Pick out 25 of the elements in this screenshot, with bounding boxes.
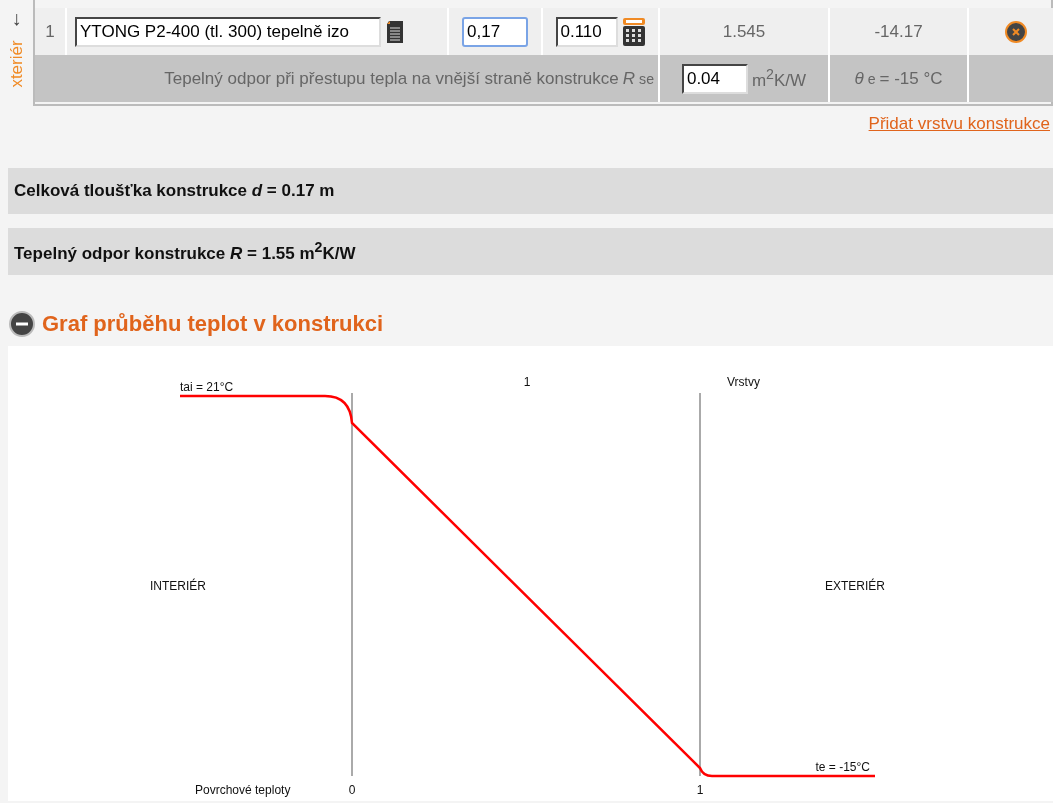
document-icon[interactable] <box>385 19 405 44</box>
layers-label: Vrstvy <box>727 375 760 389</box>
layer-number: 1 <box>523 375 531 389</box>
tick-label: 0 <box>348 783 356 797</box>
interior-temperature: tai = 21°C <box>180 380 234 394</box>
collapse-icon[interactable] <box>8 309 36 338</box>
surface-temperatures-label: Povrchové teploty <box>195 783 291 797</box>
exterior-temperature: te = -15°C <box>815 760 870 774</box>
thickness-field[interactable]: 0,17 <box>462 16 528 47</box>
side-label: xteriér <box>6 40 27 88</box>
temperature-value: -14.17 <box>830 8 967 55</box>
tick-label: 1 <box>696 783 704 797</box>
surface-resistance-field[interactable]: 0.04 <box>681 63 748 94</box>
resistance-value: 1.545 <box>660 8 828 55</box>
delete-icon[interactable] <box>1005 20 1027 43</box>
row-number: 1 <box>35 8 65 55</box>
summary-text: Tepelný odpor konstrukce R = 1.55 m$^{2}$K/W <box>14 239 356 264</box>
interior-label: INTERIÉR <box>150 579 206 593</box>
calculator-icon[interactable] <box>621 16 646 47</box>
down-arrow-icon: ↓ <box>11 4 22 32</box>
lambda-field[interactable]: 0.110 <box>555 16 618 47</box>
summary-text: Celková tloušťka konstrukce d = 0.17 m <box>14 181 335 201</box>
material-field[interactable]: YTONG P2-400 (tl. 300) tepelně izo <box>75 16 381 47</box>
unit-label: m$^{2}$K/W <box>751 66 807 91</box>
exterior-label: EXTERIÉR <box>825 579 885 593</box>
